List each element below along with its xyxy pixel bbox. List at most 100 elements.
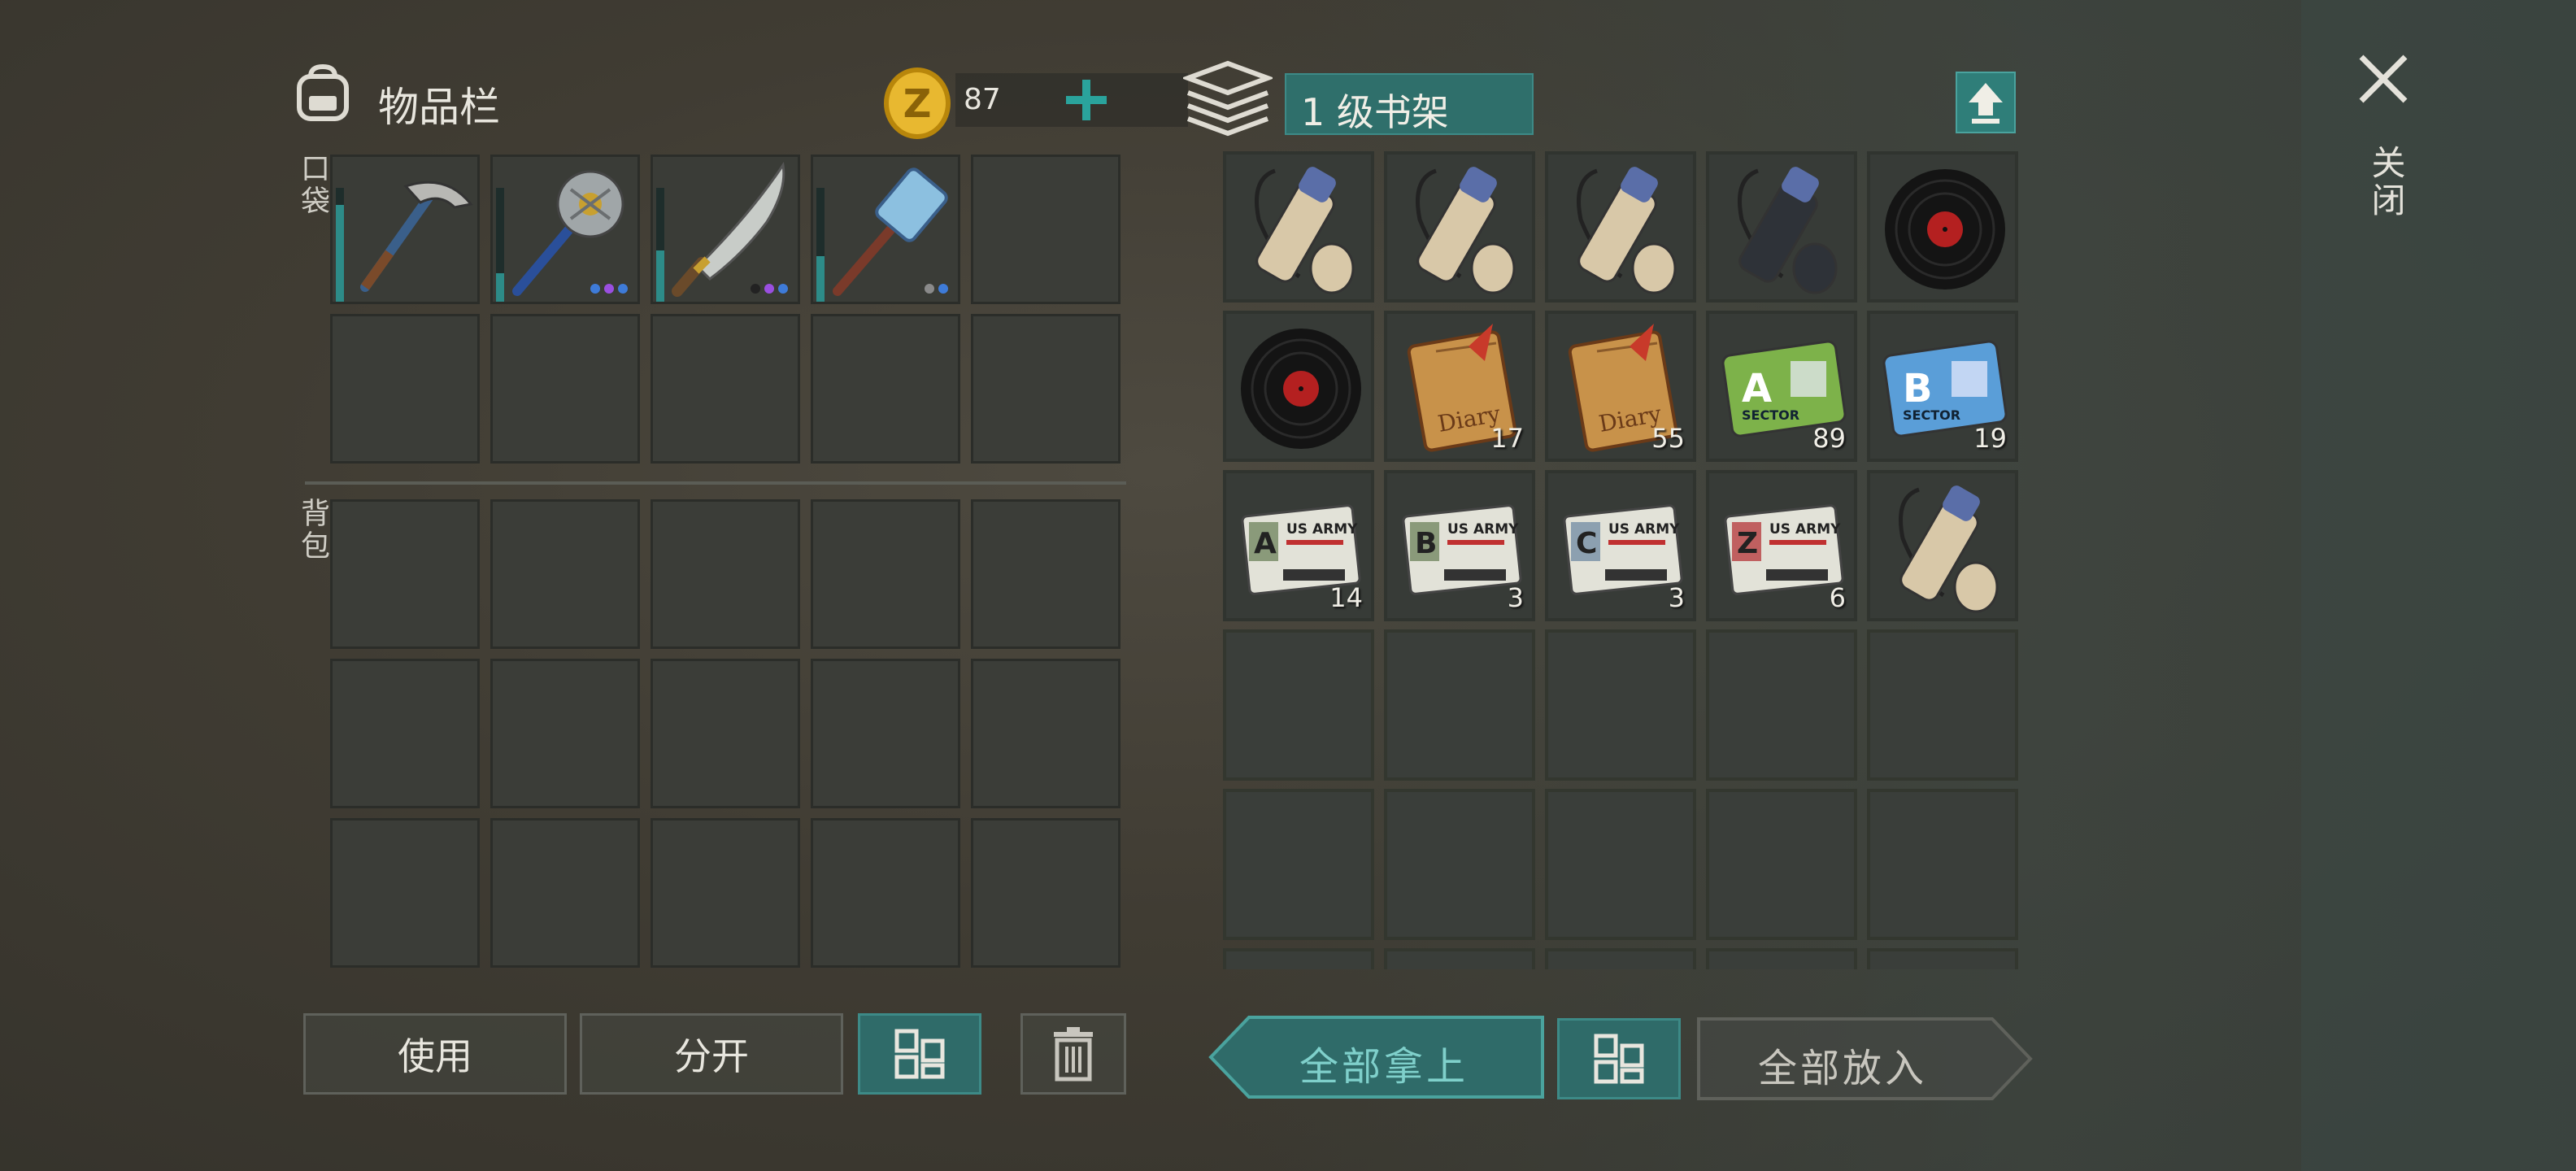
- container-slot[interactable]: [1223, 151, 1374, 303]
- split-button[interactable]: 分开: [580, 1013, 843, 1095]
- empty-pocket-slot[interactable]: [811, 314, 960, 464]
- empty-backpack-slot[interactable]: [490, 818, 640, 968]
- container-slot[interactable]: Z US ARMY 6: [1706, 470, 1857, 621]
- coin-icon: Z: [884, 67, 951, 139]
- empty-backpack-slot[interactable]: [330, 499, 480, 649]
- empty-container-slot[interactable]: [1706, 789, 1857, 940]
- container-title: 1 级书架: [1301, 90, 1449, 134]
- empty-backpack-slot[interactable]: [971, 818, 1120, 968]
- backpack-icon: [297, 63, 349, 121]
- empty-backpack-slot[interactable]: [971, 499, 1120, 649]
- empty-backpack-slot[interactable]: [330, 659, 480, 808]
- svg-text:US ARMY: US ARMY: [1608, 521, 1680, 538]
- empty-pocket-slot[interactable]: [651, 314, 800, 464]
- trash-icon: [1054, 1027, 1093, 1082]
- add-coins-button[interactable]: [1061, 75, 1112, 125]
- empty-backpack-slot[interactable]: [330, 818, 480, 968]
- sort-container-button[interactable]: [1557, 1018, 1681, 1099]
- svg-text:US ARMY: US ARMY: [1447, 521, 1519, 538]
- backpack-label: 背包: [296, 498, 329, 563]
- pocket-label: 口袋: [296, 153, 329, 218]
- svg-text:B: B: [1415, 527, 1437, 560]
- empty-backpack-slot[interactable]: [490, 499, 640, 649]
- empty-container-slot[interactable]: [1384, 789, 1535, 940]
- empty-container-slot[interactable]: [1384, 948, 1535, 969]
- quality-dots: [590, 284, 628, 294]
- empty-container-slot[interactable]: [1223, 789, 1374, 940]
- svg-text:US ARMY: US ARMY: [1769, 521, 1841, 538]
- grid-sort-icon: [894, 1029, 945, 1079]
- pocket-slot[interactable]: [490, 155, 640, 304]
- empty-backpack-slot[interactable]: [651, 499, 800, 649]
- empty-backpack-slot[interactable]: [651, 659, 800, 808]
- empty-container-slot[interactable]: [1384, 629, 1535, 781]
- container-slot[interactable]: B US ARMY 3: [1384, 470, 1535, 621]
- empty-backpack-slot[interactable]: [811, 499, 960, 649]
- container-slot[interactable]: Diary 17: [1384, 311, 1535, 462]
- quality-dots: [751, 284, 788, 294]
- pocket-slot[interactable]: [811, 155, 960, 304]
- empty-pocket-slot[interactable]: [971, 155, 1120, 304]
- item-count: 6: [1829, 582, 1846, 613]
- container-slot[interactable]: A SECTOR 89: [1706, 311, 1857, 462]
- svg-text:SECTOR: SECTOR: [1903, 407, 1960, 423]
- container-slot[interactable]: [1384, 151, 1535, 303]
- container-slot[interactable]: A US ARMY 14: [1223, 470, 1374, 621]
- quality-dot: [938, 284, 948, 294]
- trash-button[interactable]: [1020, 1013, 1126, 1095]
- empty-container-slot[interactable]: [1223, 948, 1374, 969]
- put-all-button[interactable]: 全部放入: [1696, 1016, 2033, 1101]
- container-slot[interactable]: B SECTOR 19: [1867, 311, 2018, 462]
- container-slot[interactable]: [1867, 470, 2018, 621]
- plus-icon: [1066, 80, 1107, 120]
- use-button[interactable]: 使用: [303, 1013, 567, 1095]
- upgrade-button[interactable]: [1956, 72, 2016, 133]
- empty-container-slot[interactable]: [1706, 629, 1857, 781]
- pocket-slot[interactable]: [651, 155, 800, 304]
- use-button-label: 使用: [398, 1034, 472, 1078]
- empty-container-slot[interactable]: [1545, 789, 1696, 940]
- svg-text:Z: Z: [1737, 527, 1758, 560]
- container-slot[interactable]: [1867, 151, 2018, 303]
- empty-container-slot[interactable]: [1867, 789, 2018, 940]
- empty-container-slot[interactable]: [1223, 629, 1374, 781]
- empty-pocket-slot[interactable]: [490, 314, 640, 464]
- svg-text:A: A: [1254, 527, 1277, 560]
- item-count: 17: [1490, 423, 1524, 454]
- empty-container-slot[interactable]: [1545, 948, 1696, 969]
- empty-container-slot[interactable]: [1545, 629, 1696, 781]
- container-slot[interactable]: [1545, 151, 1696, 303]
- quality-dot: [590, 284, 600, 294]
- empty-backpack-slot[interactable]: [811, 818, 960, 968]
- quality-dot: [778, 284, 788, 294]
- empty-backpack-slot[interactable]: [811, 659, 960, 808]
- svg-text:C: C: [1576, 527, 1597, 560]
- sort-inventory-button[interactable]: [858, 1013, 981, 1095]
- put-all-label: 全部放入: [1758, 1046, 1928, 1091]
- quality-dot: [604, 284, 614, 294]
- empty-container-slot[interactable]: [1867, 629, 2018, 781]
- empty-backpack-slot[interactable]: [971, 659, 1120, 808]
- empty-backpack-slot[interactable]: [651, 818, 800, 968]
- take-all-label: 全部拿上: [1299, 1044, 1469, 1090]
- empty-container-slot[interactable]: [1706, 948, 1857, 969]
- container-title-box: 1 级书架: [1285, 73, 1534, 135]
- empty-pocket-slot[interactable]: [330, 314, 480, 464]
- item-count: 89: [1812, 423, 1846, 454]
- empty-backpack-slot[interactable]: [490, 659, 640, 808]
- split-button-label: 分开: [674, 1034, 749, 1078]
- inventory-title: 物品栏: [378, 84, 500, 131]
- pocket-slot[interactable]: [330, 155, 480, 304]
- empty-pocket-slot[interactable]: [971, 314, 1120, 464]
- empty-container-slot[interactable]: [1867, 948, 2018, 969]
- container-slot[interactable]: [1223, 311, 1374, 462]
- container-slot[interactable]: Diary 55: [1545, 311, 1696, 462]
- pocket-divider: [305, 481, 1126, 485]
- take-all-button[interactable]: 全部拿上: [1208, 1015, 1545, 1099]
- item-count: 3: [1507, 582, 1524, 613]
- svg-text:Z: Z: [903, 81, 932, 127]
- container-slot[interactable]: C US ARMY 3: [1545, 470, 1696, 621]
- close-button[interactable]: 关闭: [2350, 49, 2415, 228]
- grid-sort-icon: [1594, 1034, 1644, 1084]
- container-slot[interactable]: [1706, 151, 1857, 303]
